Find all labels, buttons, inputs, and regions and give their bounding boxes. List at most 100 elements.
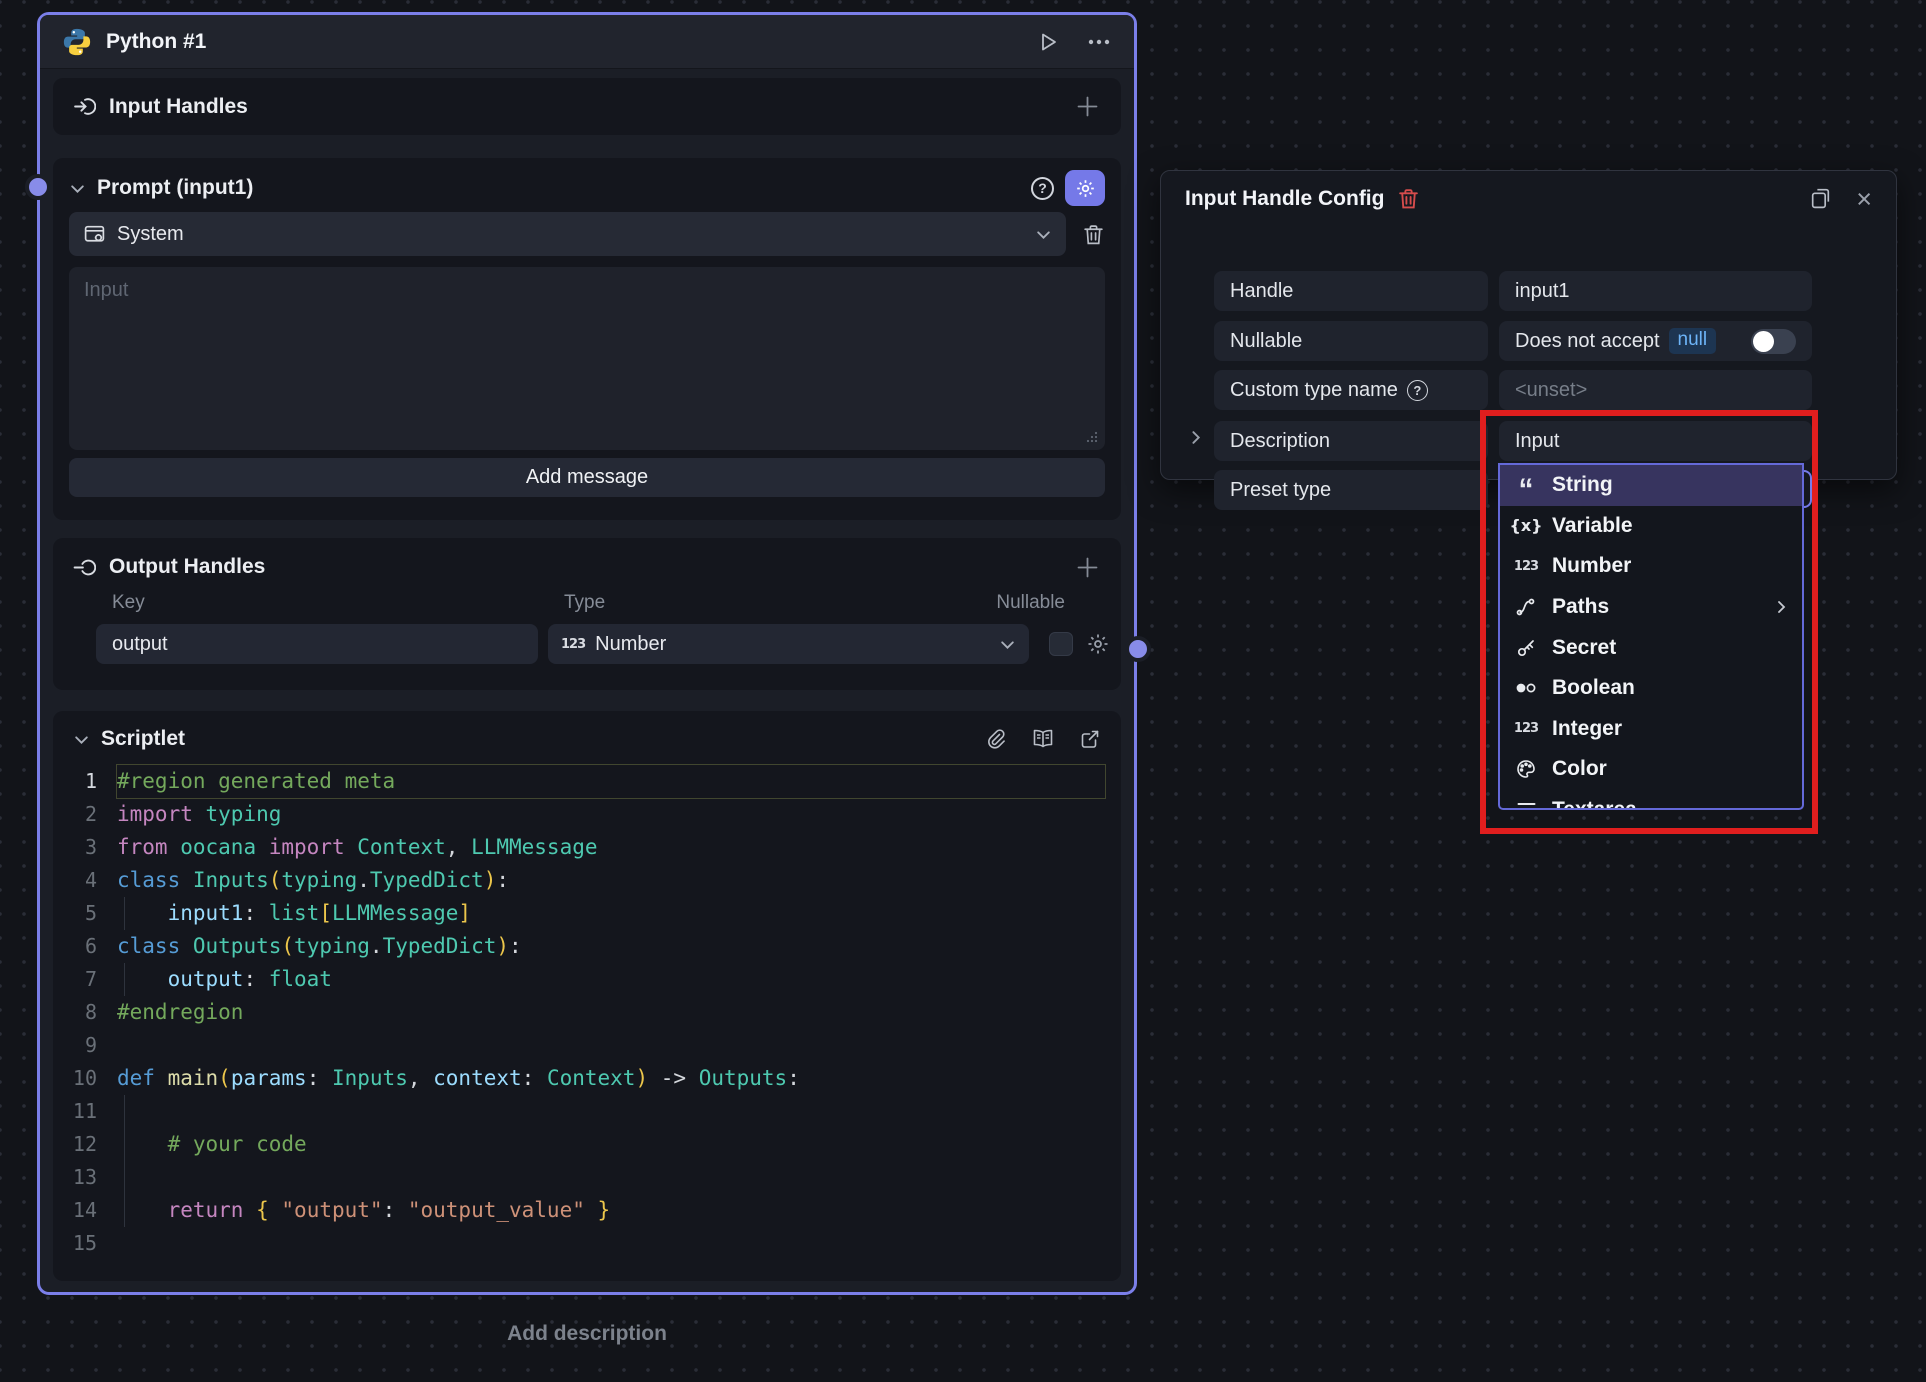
description-label: Description [1214,421,1488,461]
code-line[interactable]: 7 output: float [53,963,1121,996]
collapse-chevron-icon[interactable] [73,731,90,748]
attachment-button[interactable] [985,728,1007,750]
code-editor[interactable]: 1#region generated meta2import typing3fr… [53,765,1121,1260]
toggle-knob [1753,331,1774,352]
custom-type-name-value[interactable]: <unset> [1499,370,1812,410]
code-text: input1: list[LLMMessage] [117,897,1105,930]
add-input-handle-button[interactable] [1074,93,1101,120]
input-handle-icon [73,95,96,118]
integer-icon: 123 [1513,721,1539,736]
copy-config-button[interactable] [1808,186,1833,211]
code-line[interactable]: 4class Inputs(typing.TypedDict): [53,864,1121,897]
docs-button[interactable] [1031,728,1055,750]
null-badge: null [1669,328,1717,354]
code-line[interactable]: 14 return { "output": "output_value" } [53,1194,1121,1227]
dropdown-item-secret[interactable]: Secret [1500,627,1802,668]
line-number: 4 [53,864,117,897]
dropdown-item-variable[interactable]: {x}Variable [1500,506,1802,547]
dropdown-item-label: Secret [1552,636,1616,660]
delete-handle-button[interactable] [1397,187,1420,210]
code-line[interactable]: 12 # your code [53,1128,1121,1161]
number-icon: 123 [561,637,585,652]
output-key-input[interactable]: output [96,624,538,664]
help-icon[interactable]: ? [1407,380,1428,401]
python-node[interactable]: Python #1 Input Handles Prompt (input1) … [37,12,1137,1295]
add-output-handle-button[interactable] [1074,554,1101,581]
code-text: class Outputs(typing.TypedDict): [117,930,1105,963]
chevron-down-icon [1035,226,1052,243]
paths-icon [1513,597,1539,617]
code-text: return { "output": "output_value" } [117,1194,1105,1227]
indent-guide [124,1128,125,1161]
code-text: # your code [117,1128,1105,1161]
description-value-input[interactable]: Input [1499,421,1812,461]
line-number: 14 [53,1194,117,1227]
dropdown-item-boolean[interactable]: Boolean [1500,668,1802,709]
line-number: 3 [53,831,117,864]
add-message-button[interactable]: Add message [69,458,1105,497]
column-header-type: Type [564,592,605,614]
nullable-toggle[interactable] [1751,329,1796,354]
expand-description-chevron[interactable] [1187,429,1204,446]
collapse-chevron-icon[interactable] [69,180,86,197]
node-title: Python #1 [106,30,206,54]
code-text: output: float [117,963,1105,996]
code-line[interactable]: 9 [53,1029,1121,1062]
code-text: def main(params: Inputs, context: Contex… [117,1062,1105,1095]
color-icon [1513,759,1539,779]
line-number: 10 [53,1062,117,1095]
indent-guide [124,1161,125,1194]
run-node-button[interactable] [1036,30,1060,54]
dropdown-item-label: String [1552,473,1613,497]
code-line[interactable]: 1#region generated meta [53,765,1121,798]
indent-guide [124,1194,125,1227]
prompt-placeholder: Input [84,279,128,301]
delete-message-button[interactable] [1082,223,1105,246]
add-description-button[interactable]: Add description [37,1322,1137,1346]
indent-guide [124,1095,125,1128]
resize-grip[interactable] [1086,431,1098,443]
dropdown-item-paths[interactable]: Paths [1500,587,1802,628]
node-output-port[interactable] [1125,636,1151,662]
open-external-button[interactable] [1079,728,1101,750]
system-message-icon [83,223,106,246]
output-settings-button[interactable] [1086,632,1110,656]
prompt-textarea[interactable]: Input [69,267,1105,450]
handle-value-input[interactable]: input1 [1499,271,1812,311]
code-line[interactable]: 3from oocana import Context, LLMMessage [53,831,1121,864]
dropdown-item-string[interactable]: “String [1500,465,1802,506]
dropdown-item-number[interactable]: 123Number [1500,546,1802,587]
code-line[interactable]: 15 [53,1227,1121,1260]
custom-type-name-label: Custom type name ? [1214,370,1488,410]
prompt-settings-button[interactable] [1065,170,1105,206]
line-number: 9 [53,1029,117,1062]
node-header[interactable]: Python #1 [40,15,1134,69]
help-icon[interactable]: ? [1031,177,1054,200]
output-type-select[interactable]: 123 Number [548,624,1029,664]
code-line[interactable]: 6class Outputs(typing.TypedDict): [53,930,1121,963]
code-text: #endregion [117,996,1105,1029]
nullable-checkbox[interactable] [1049,632,1073,656]
input-handles-label: Input Handles [109,95,248,119]
code-line[interactable]: 10def main(params: Inputs, context: Cont… [53,1062,1121,1095]
code-text: import typing [117,798,1105,831]
close-panel-button[interactable]: × [1856,187,1872,211]
node-menu-button[interactable] [1086,30,1112,54]
line-number: 1 [53,765,117,798]
code-line[interactable]: 8#endregion [53,996,1121,1029]
dropdown-item-integer[interactable]: 123 Integer [1500,709,1802,750]
secret-icon [1513,638,1539,658]
node-input-port[interactable] [25,174,51,200]
line-number: 6 [53,930,117,963]
code-line[interactable]: 2import typing [53,798,1121,831]
code-line[interactable]: 13 [53,1161,1121,1194]
dropdown-item-color[interactable]: Color [1500,749,1802,790]
line-number: 7 [53,963,117,996]
dropdown-item-textarea[interactable]: Textarea [1500,790,1802,810]
code-line[interactable]: 5 input1: list[LLMMessage] [53,897,1121,930]
message-role-select[interactable]: System [69,212,1066,256]
line-number: 15 [53,1227,117,1260]
code-line[interactable]: 11 [53,1095,1121,1128]
dropdown-item-label: Integer [1552,717,1622,741]
dropdown-item-label: Textarea [1552,798,1637,810]
